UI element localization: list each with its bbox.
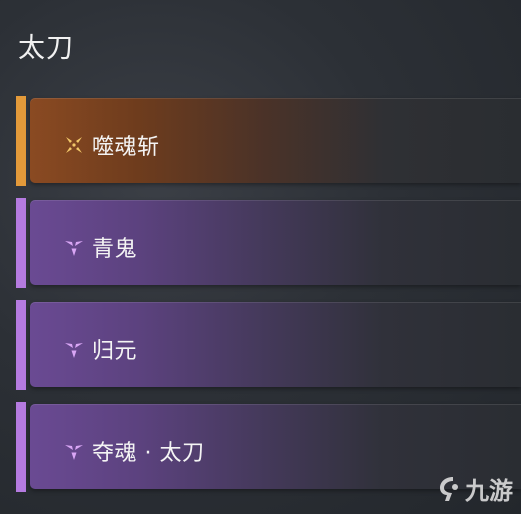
rarity-bar	[16, 96, 26, 186]
skill-row-1[interactable]: 噬魂斩	[16, 96, 521, 186]
watermark-text: 九游	[465, 477, 513, 505]
skill-name: 青鬼	[92, 237, 138, 262]
rarity-bar	[16, 402, 26, 492]
rarity-bar	[16, 198, 26, 288]
watermark: 九游	[435, 471, 513, 506]
j9-logo-icon	[440, 476, 458, 501]
skill-name: 噬魂斩	[92, 135, 160, 160]
skill-name: 夺魂 · 太刀	[92, 441, 205, 466]
skill-row-2[interactable]: 青鬼	[16, 198, 521, 288]
rarity-bar	[16, 300, 26, 390]
tri-gem-icon	[65, 445, 83, 460]
tri-gem-icon	[65, 241, 83, 256]
skill-row-3[interactable]: 归元	[16, 300, 521, 390]
tri-gem-icon	[65, 343, 83, 358]
skill-name: 归元	[92, 339, 138, 364]
sparkle-icon	[66, 137, 82, 153]
skill-list: 噬魂斩 青鬼 归元 夺魂 · 太刀	[16, 96, 521, 504]
weapon-title: 太刀	[18, 33, 74, 64]
